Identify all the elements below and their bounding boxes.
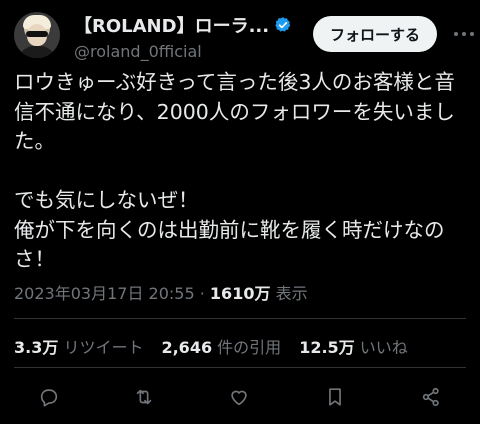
tweet-text: ロウきゅーぶ好きって言った後3人のお客様と音信不通になり、2000人のフォロワー… xyxy=(14,68,470,275)
bookmark-icon[interactable] xyxy=(322,384,348,410)
tweet-paragraph-1: ロウきゅーぶ好きって言った後3人のお客様と音信不通になり、2000人のフォロワー… xyxy=(14,70,455,153)
likes-count: 12.5万 xyxy=(299,338,355,357)
display-name-row[interactable]: 【ROLAND】ローラ... xyxy=(74,12,292,38)
meta-separator: · xyxy=(199,284,205,303)
retweets-label: リツイート xyxy=(63,338,144,357)
tweet-stats: 3.3万 リツイート 2,646 件の引用 12.5万 いいね xyxy=(14,334,408,358)
like-icon[interactable] xyxy=(226,384,252,410)
more-icon[interactable] xyxy=(450,20,478,48)
views-count: 1610万 xyxy=(209,284,271,303)
likes-label: いいね xyxy=(359,338,408,357)
action-bar xyxy=(0,380,480,414)
views-label: 表示 xyxy=(275,284,308,303)
quotes-stat[interactable]: 2,646 件の引用 xyxy=(161,334,281,358)
reply-icon[interactable] xyxy=(36,384,62,410)
retweets-count: 3.3万 xyxy=(14,338,59,357)
avatar[interactable] xyxy=(14,12,60,58)
retweet-icon[interactable] xyxy=(131,384,157,410)
follow-button[interactable]: フォローする xyxy=(313,16,437,52)
verified-badge-icon xyxy=(275,17,291,32)
display-name[interactable]: 【ROLAND】ローラ... xyxy=(74,12,269,38)
tweet-header: 【ROLAND】ローラ... @roland_0fficial フォローする xyxy=(14,10,474,62)
share-icon[interactable] xyxy=(418,384,444,410)
quotes-label: 件の引用 xyxy=(217,338,282,357)
user-names: 【ROLAND】ローラ... @roland_0fficial xyxy=(74,12,292,61)
likes-stat[interactable]: 12.5万 いいね xyxy=(299,334,408,358)
divider-bottom xyxy=(14,367,466,368)
tweet-datetime[interactable]: 2023年03月17日 20:55 xyxy=(14,284,195,303)
tweet-meta: 2023年03月17日 20:55 · 1610万 表示 xyxy=(14,280,308,304)
retweets-stat[interactable]: 3.3万 リツイート xyxy=(14,334,143,358)
user-handle[interactable]: @roland_0fficial xyxy=(74,42,292,61)
tweet-paragraph-2: でも気にしないぜ！ 俺が下を向くのは出勤前に靴を履く時だけなのさ！ xyxy=(14,188,445,271)
divider-top xyxy=(14,318,466,319)
quotes-count: 2,646 xyxy=(161,338,213,357)
